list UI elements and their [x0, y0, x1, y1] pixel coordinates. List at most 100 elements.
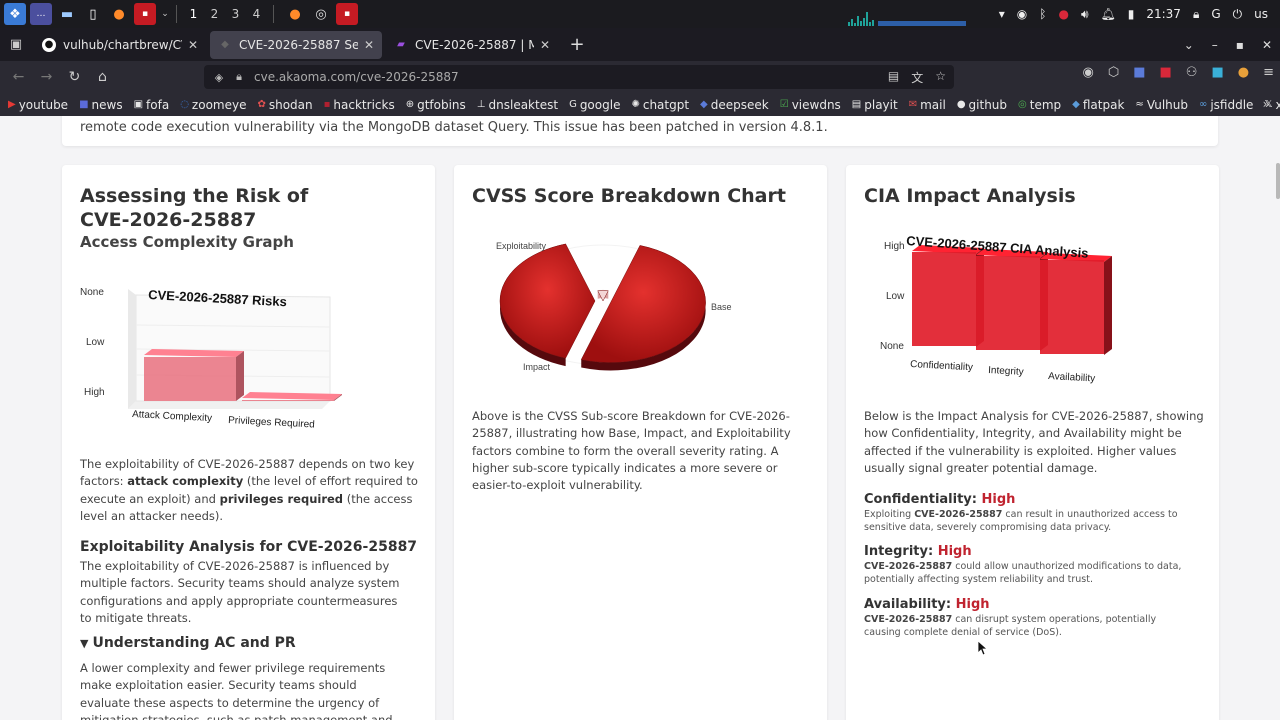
power-icon[interactable]: ⏻ [1233, 7, 1243, 22]
firefox-icon[interactable]: ● [284, 3, 306, 25]
bookmark-temp[interactable]: ◎ temp [1018, 98, 1061, 112]
bookmark-jsfiddle[interactable]: ∞ jsfiddle [1199, 98, 1253, 112]
bookmark-mail[interactable]: ✉ mail [909, 98, 946, 112]
tracking-protection-icon[interactable]: ◈ [210, 71, 228, 84]
bookmark-chatgpt[interactable]: ✺ chatgpt [631, 98, 689, 112]
understanding-toggle[interactable]: ▼ Understanding AC and PR [80, 635, 296, 651]
more-bookmarks-icon[interactable]: » [1263, 97, 1270, 111]
translate-extension-icon[interactable]: ■ [1133, 65, 1145, 80]
lock-icon[interactable]: 🔒︎ [230, 70, 248, 84]
workspace-4[interactable]: 4 [246, 7, 267, 21]
bookmark-deepseek[interactable]: ◆ deepseek [700, 98, 769, 112]
screenshot-icon[interactable]: ■ [1211, 65, 1223, 80]
flatpak-icon: ◆ [1072, 99, 1080, 110]
bookmark-playit[interactable]: ▤ playit [852, 98, 898, 112]
reader-view-icon[interactable]: ▤ [888, 69, 899, 86]
bookmark-youtube[interactable]: ▶ youtube [8, 98, 68, 112]
clock[interactable]: 21:37 [1146, 7, 1181, 21]
address-bar[interactable]: ◈ 🔒︎ cve.akaoma.com/cve-2026-25887 ▤ 文 ☆ [204, 65, 954, 89]
url-text[interactable]: cve.akaoma.com/cve-2026-25887 [254, 70, 459, 84]
bookmark-star-icon[interactable]: ☆ [935, 69, 946, 86]
vpn-icon[interactable]: ◉ [1017, 7, 1027, 21]
reload-icon[interactable]: ↻ [61, 64, 88, 91]
keyboard-layout[interactable]: us [1254, 7, 1268, 21]
terminal-icon[interactable]: ▪ [134, 3, 156, 25]
back-arrow-icon[interactable]: ← [5, 64, 32, 91]
bookmark-dnsleaktest[interactable]: ⊥ dnsleaktest [477, 98, 558, 112]
bookmark-news[interactable]: ■ news [79, 98, 123, 112]
globe-icon: ⊕ [405, 99, 415, 110]
obs-icon[interactable]: ◎ [310, 3, 332, 25]
bookmark-flatpak[interactable]: ◆ flatpak [1072, 98, 1124, 112]
volume-icon[interactable]: 🔊︎ [1081, 7, 1089, 22]
workspace-1[interactable]: 1 [183, 7, 204, 21]
google-icon[interactable]: G [1211, 7, 1220, 21]
account-icon[interactable]: ◉ [1083, 65, 1094, 80]
close-icon[interactable]: ✕ [364, 38, 374, 52]
kde-icon[interactable]: ❖ [4, 3, 26, 25]
network-down-icon[interactable]: ▾ [999, 7, 1005, 21]
forward-arrow-icon[interactable]: → [33, 64, 60, 91]
bookmark-github[interactable]: ● github [957, 98, 1007, 112]
tab-cve-security[interactable]: ◆ CVE-2026-25887 Security ✕ [210, 30, 382, 59]
maximize-icon[interactable]: ▪ [1236, 38, 1244, 52]
taskbar-divider [176, 5, 177, 23]
bookmark-gtfobins[interactable]: ⊕ gtfobins [406, 98, 466, 112]
cvss-paragraph: Above is the CVSS Sub-score Breakdown fo… [472, 409, 791, 493]
lock-icon[interactable]: 🔒︎ [1193, 7, 1199, 22]
tab-mondoo[interactable]: ▰ CVE-2026-25887 | Mondoo ✕ [386, 31, 558, 59]
github-icon: ● [956, 99, 966, 110]
bookmark-label: x [1275, 97, 1280, 112]
list-all-tabs-icon[interactable]: ⌄ [1184, 38, 1194, 52]
bookmark-zoomeye[interactable]: ◌ zoomeye [180, 98, 246, 112]
x-tick-integrity: Integrity [988, 365, 1024, 378]
file-icon[interactable]: ▯ [82, 3, 104, 25]
glasses-icon[interactable]: ⚇ [1186, 65, 1198, 80]
risk-card-title: Assessing the Risk of CVE-2026-25887 [80, 184, 308, 232]
extensions-icon[interactable]: ⬡ [1108, 65, 1119, 80]
bookmark-label: viewdns [791, 97, 841, 112]
minimize-icon[interactable]: – [1212, 38, 1218, 52]
bookmark-shodan[interactable]: ✿ shodan [257, 98, 312, 112]
bluetooth-icon[interactable]: ᛒ [1039, 7, 1046, 21]
mail-icon: ✉ [908, 99, 918, 110]
bookmark-hacktricks[interactable]: ▪ hacktricks [324, 98, 395, 112]
bookmark-google[interactable]: Ggoogle [569, 98, 620, 112]
firefox-icon[interactable]: ● [108, 3, 130, 25]
folder-icon[interactable]: ▬ [56, 3, 78, 25]
home-icon[interactable]: ⌂ [89, 64, 116, 91]
bookmark-vulhub[interactable]: ≈ Vulhub [1135, 98, 1188, 112]
translate-icon[interactable]: 文 [911, 69, 923, 86]
menu-icon[interactable]: ≡ [1263, 65, 1274, 80]
tab-overview-icon[interactable]: ▣ [2, 31, 30, 59]
impact-label: Availability: High [864, 597, 1194, 612]
access-complexity-chart: CVE-2026-25887 Risks None Low High Attac… [80, 287, 342, 431]
workspace-3[interactable]: 3 [225, 7, 246, 21]
google-icon: G [569, 99, 577, 110]
microphone-icon[interactable]: ● [1058, 7, 1068, 21]
bookmark-label: youtube [18, 97, 69, 112]
bookmark-viewdns[interactable]: ☑ viewdns [780, 98, 841, 112]
close-window-icon[interactable]: ✕ [1262, 38, 1272, 52]
close-icon[interactable]: ✕ [188, 38, 198, 52]
new-tab-button[interactable]: + [564, 32, 590, 58]
system-tray: ▾ ◉ ᛒ ● 🔊︎ 🔔︎ ▮ 21:37 🔒︎ G ⏻ us [999, 0, 1280, 28]
desktop-icon[interactable]: … [30, 3, 52, 25]
bookmark-label: dnsleaktest [488, 97, 559, 112]
understanding-paragraph: A lower complexity and fewer privilege r… [80, 661, 393, 720]
cookie-icon[interactable]: ● [1238, 65, 1249, 80]
workspace-2[interactable]: 2 [204, 7, 225, 21]
chevron-down-icon[interactable]: ⌄ [160, 3, 170, 25]
tab-chartbrew[interactable]: ● vulhub/chartbrew/CVE-2026-25887 ✕ [34, 31, 206, 59]
terminal-icon[interactable]: ▪ [336, 3, 358, 25]
notifications-icon[interactable]: 🔔︎ [1101, 7, 1116, 21]
browser-tab-bar: ▣ ● vulhub/chartbrew/CVE-2026-25887 ✕ ◆ … [0, 28, 1280, 61]
battery-icon[interactable]: ▮ [1128, 7, 1135, 21]
description-text: remote code execution vulnerability via … [80, 120, 828, 135]
page-scrollbar[interactable] [1276, 163, 1280, 199]
bookmark-fofa[interactable]: ▣ fofa [134, 98, 170, 112]
chart-side-wall [128, 289, 136, 409]
page-content: remote code execution vulnerability via … [0, 116, 1280, 720]
adblock-icon[interactable]: ■ [1160, 65, 1172, 80]
close-icon[interactable]: ✕ [540, 38, 550, 52]
